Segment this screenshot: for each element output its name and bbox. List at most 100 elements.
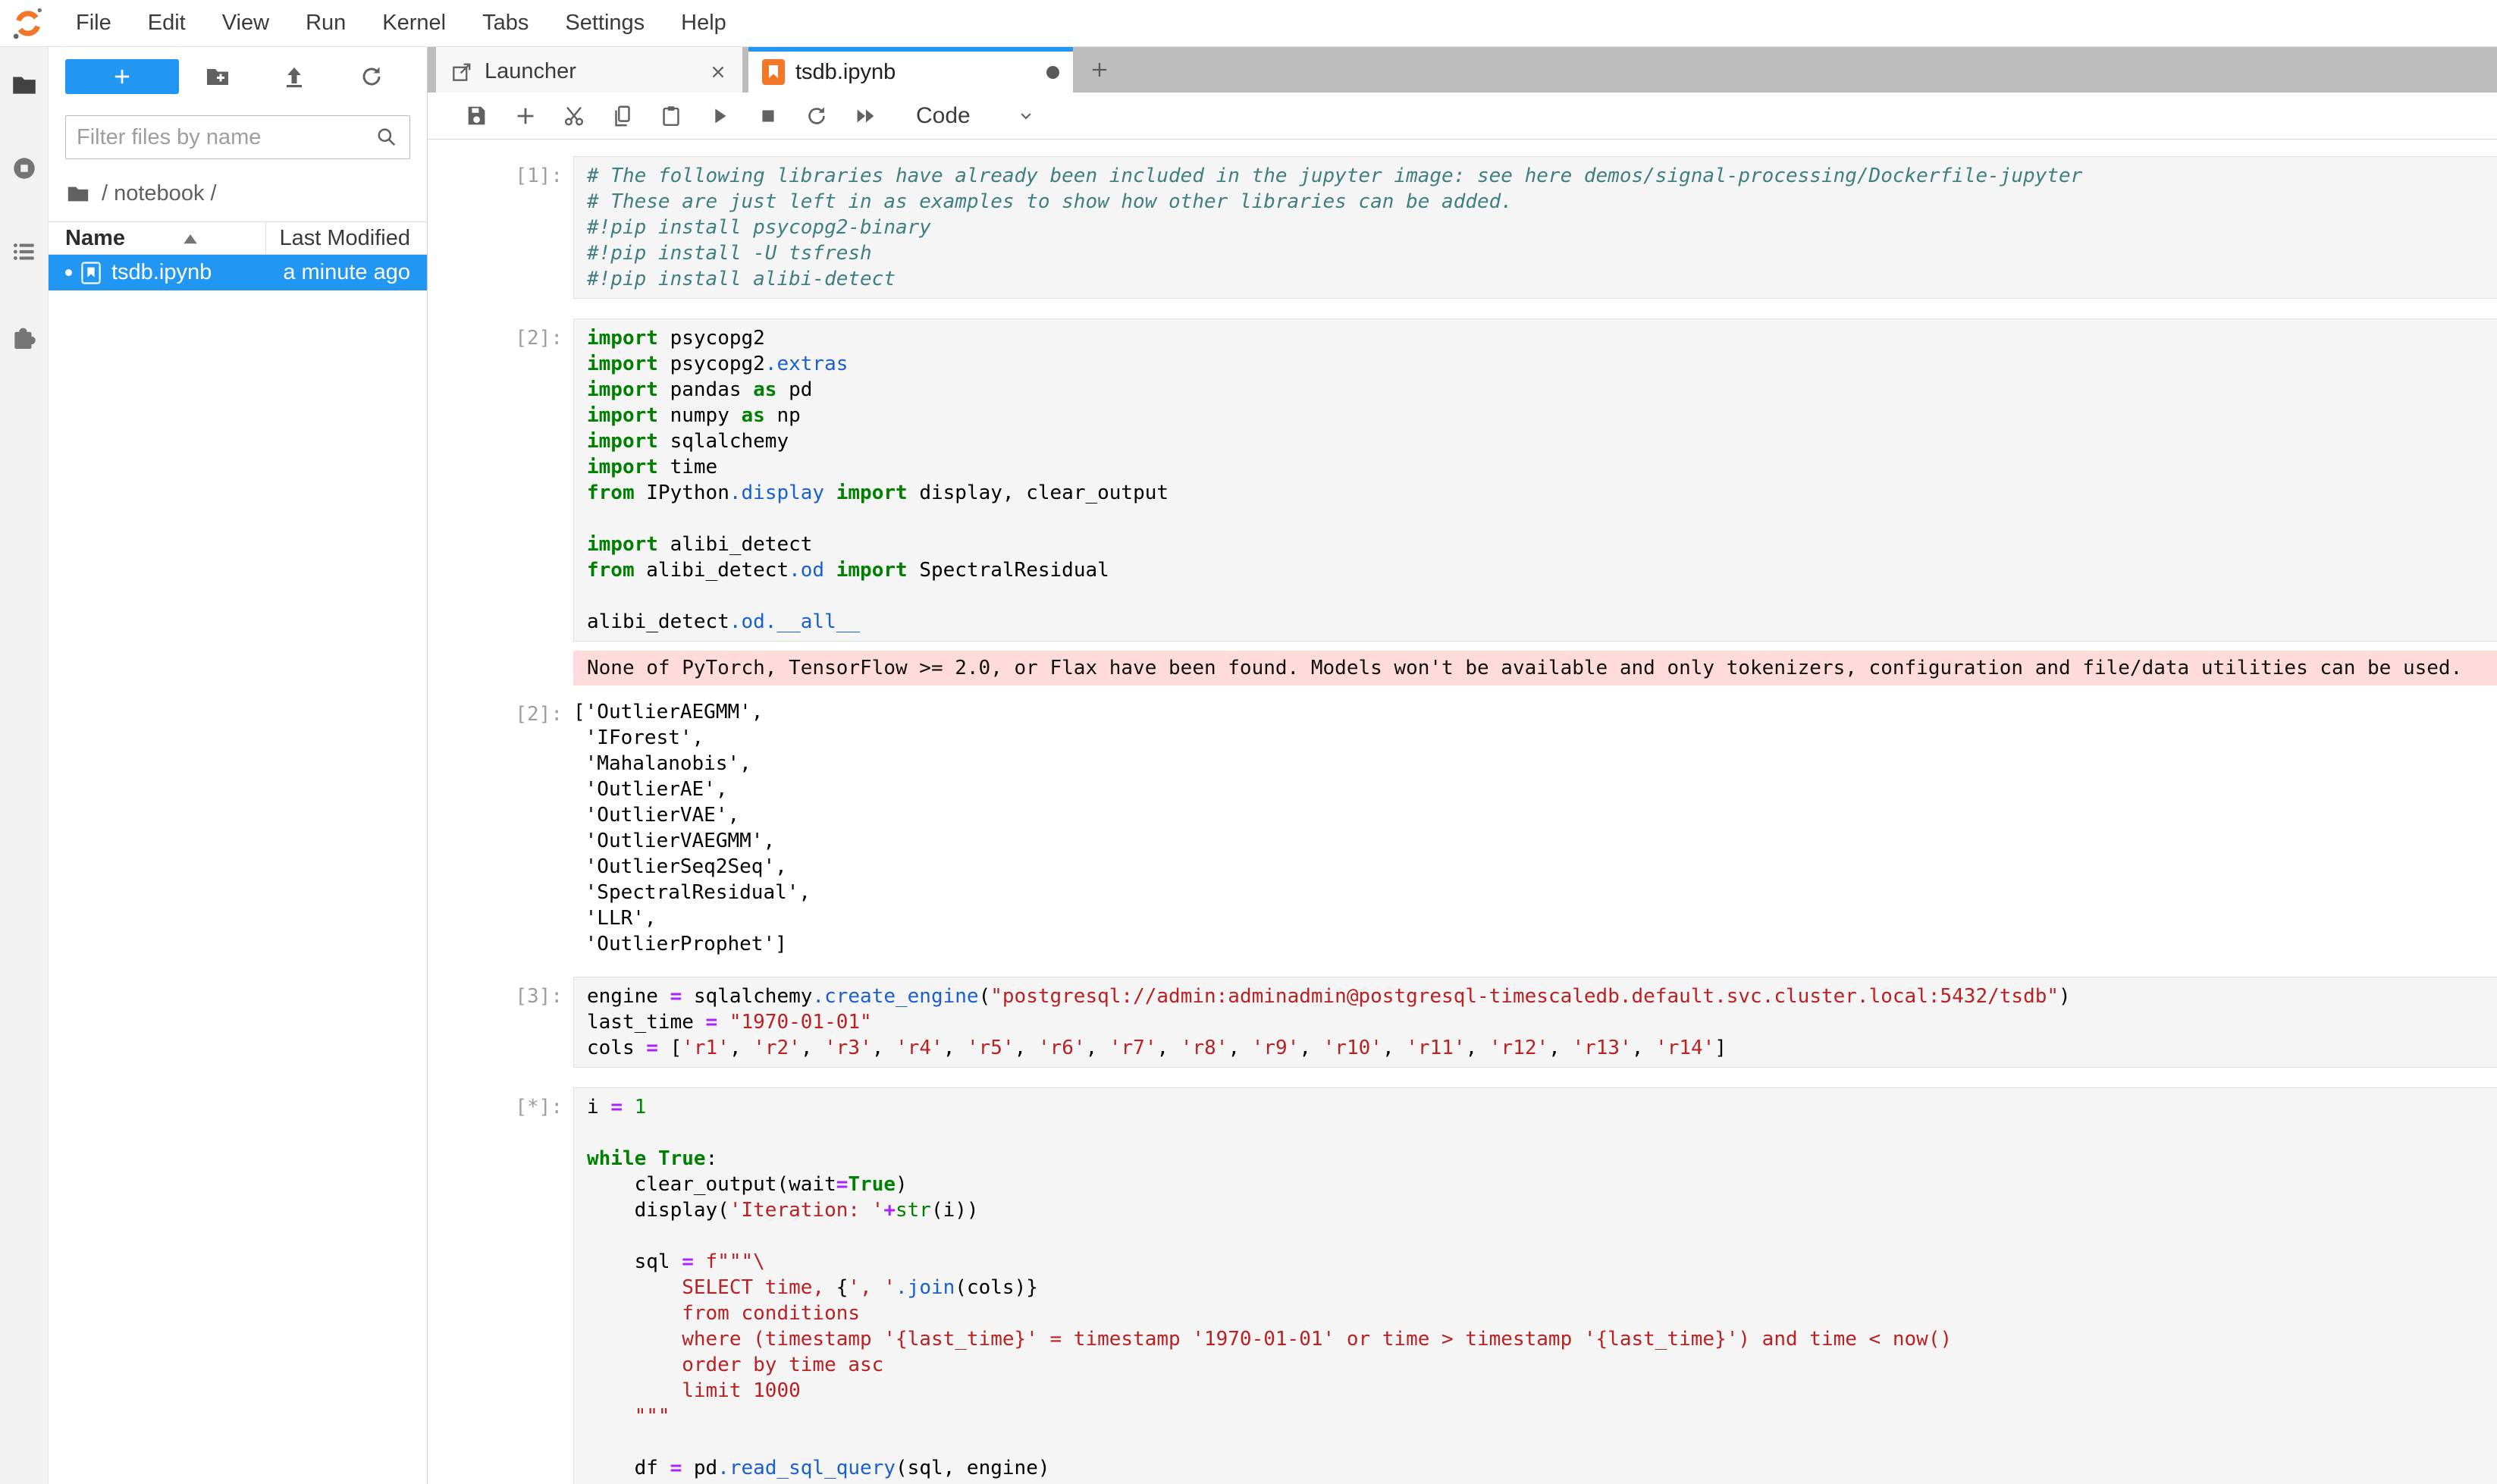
code-line: from conditions [587, 1300, 2497, 1326]
cell-output-prompt [501, 651, 573, 686]
cell-output: [2]:['OutlierAEGMM', 'IForest', 'Mahalan… [501, 695, 2497, 957]
search-icon [375, 125, 399, 149]
notebook-icon [762, 59, 785, 85]
code-line: # These are just left in as examples to … [587, 189, 2497, 215]
cell-output-prompt: [2]: [501, 695, 573, 957]
code-line: order by time asc [587, 1352, 2497, 1378]
menu-item-file[interactable]: File [58, 11, 130, 36]
unsaved-file-dot [65, 269, 72, 276]
breadcrumb[interactable]: / notebook / [65, 179, 410, 208]
copy-cells-button[interactable] [608, 102, 637, 130]
code-line: from IPython.display import display, cle… [587, 480, 2497, 506]
file-list-item-selected[interactable]: tsdb.ipynb a minute ago [49, 255, 427, 290]
notebook-cell[interactable]: [2]:import psycopg2import psycopg2.extra… [501, 318, 2497, 642]
notebook-cell[interactable]: [1]: # The following libraries have alrea… [501, 156, 2497, 299]
notebook-cell[interactable]: [3]:engine = sqlalchemy.create_engine("p… [501, 977, 2497, 1068]
filter-files-input[interactable] [77, 125, 375, 150]
jupyter-logo-icon [11, 5, 45, 42]
code-line: from alibi_detect.od import SpectralResi… [587, 557, 2497, 583]
save-button[interactable] [463, 102, 491, 130]
file-filter [65, 115, 410, 159]
cell-editor[interactable]: import psycopg2import psycopg2.extrasimp… [573, 318, 2497, 642]
menu-item-edit[interactable]: Edit [130, 11, 204, 36]
code-line: i = 1 [587, 1094, 2497, 1120]
tab-tsdb-notebook[interactable]: tsdb.ipynb [748, 47, 1073, 93]
cell-input-prompt: [1]: [501, 156, 573, 299]
run-button[interactable] [705, 102, 734, 130]
close-tab-button[interactable] [707, 61, 729, 83]
code-line [587, 1120, 2497, 1146]
notebook-cell[interactable]: [*]:i = 1while True: clear_output(wait=T… [501, 1087, 2497, 1484]
cell-editor[interactable]: i = 1while True: clear_output(wait=True)… [573, 1087, 2497, 1484]
code-line: import time [587, 454, 2497, 480]
close-icon [707, 61, 729, 83]
code-line: """ [587, 1404, 2497, 1429]
code-line: #!pip install alibi-detect [587, 266, 2497, 292]
code-line: # The following libraries have already b… [587, 163, 2497, 189]
menu-bar: FileEditViewRunKernelTabsSettingsHelp [0, 0, 2497, 47]
cell-editor[interactable]: engine = sqlalchemy.create_engine("postg… [573, 977, 2497, 1068]
file-list-header: Name Last Modified [49, 221, 427, 255]
code-line: display('Iteration: '+str(i)) [587, 1197, 2497, 1223]
code-line: while True: [587, 1146, 2497, 1172]
menu-item-view[interactable]: View [204, 11, 287, 36]
menu-item-kernel[interactable]: Kernel [364, 11, 464, 36]
refresh-icon [358, 63, 385, 90]
plus-icon [1088, 58, 1111, 81]
tab-label: tsdb.ipynb [795, 60, 1036, 85]
sidebar-tab-table-of-contents[interactable] [9, 237, 39, 267]
output-line: 'OutlierVAE', [573, 802, 811, 828]
paste-cells-button[interactable] [657, 102, 685, 130]
new-tab-button[interactable] [1079, 52, 1120, 88]
new-folder-button[interactable] [202, 61, 234, 93]
execute-result: ['OutlierAEGMM', 'IForest', 'Mahalanobis… [573, 695, 811, 957]
cell-output: None of PyTorch, TensorFlow >= 2.0, or F… [501, 651, 2497, 686]
tab-bar: Launcher tsdb.ipynb [428, 47, 2497, 93]
restart-run-all-button[interactable] [851, 102, 880, 130]
paste-icon [658, 103, 684, 129]
file-browser-actions [179, 61, 410, 93]
copy-icon [610, 103, 635, 129]
cell-editor[interactable]: # The following libraries have already b… [573, 156, 2497, 299]
output-line: 'LLR', [573, 905, 811, 931]
file-name: tsdb.ipynb [111, 260, 212, 285]
code-line: import pandas as pd [587, 377, 2497, 403]
code-line: sql = f"""\ [587, 1249, 2497, 1275]
cell-input-prompt: [*]: [501, 1087, 573, 1484]
cell-type-select[interactable]: Code [916, 103, 1037, 129]
folder-icon [65, 180, 91, 206]
cut-cells-button[interactable] [560, 102, 588, 130]
refresh-files-button[interactable] [356, 61, 387, 93]
output-line: 'OutlierSeq2Seq', [573, 854, 811, 880]
sidebar-tab-running-sessions[interactable] [9, 153, 39, 184]
fast-forward-icon [852, 103, 878, 129]
restart-kernel-button[interactable] [802, 102, 831, 130]
add-cell-button[interactable] [511, 102, 540, 130]
code-line: engine = sqlalchemy.create_engine("postg… [587, 984, 2497, 1009]
running-sessions-icon [10, 154, 39, 183]
code-line: import sqlalchemy [587, 428, 2497, 454]
interrupt-kernel-button[interactable] [754, 102, 783, 130]
menu-items: FileEditViewRunKernelTabsSettingsHelp [58, 11, 745, 36]
column-header-last-modified[interactable]: Last Modified [280, 226, 411, 251]
code-line: #!pip install psycopg2-binary [587, 215, 2497, 240]
code-line [587, 583, 2497, 609]
output-line: 'Mahalanobis', [573, 751, 811, 777]
new-launcher-button[interactable] [65, 59, 179, 94]
sidebar-tab-extensions[interactable] [9, 320, 39, 350]
extensions-icon [10, 321, 39, 350]
menu-item-tabs[interactable]: Tabs [464, 11, 547, 36]
code-line: import numpy as np [587, 403, 2497, 428]
upload-button[interactable] [278, 61, 310, 93]
code-line: #!pip install -U tsfresh [587, 240, 2497, 266]
sort-ascending-icon [180, 230, 200, 246]
column-header-name[interactable]: Name [65, 226, 180, 251]
sidebar-tab-file-browser[interactable] [9, 70, 39, 100]
run-icon [707, 103, 732, 129]
menu-item-run[interactable]: Run [287, 11, 364, 36]
tab-launcher[interactable]: Launcher [436, 47, 742, 93]
menu-item-help[interactable]: Help [663, 11, 745, 36]
save-icon [464, 103, 490, 129]
menu-item-settings[interactable]: Settings [547, 11, 663, 36]
file-last-modified: a minute ago [283, 260, 410, 285]
